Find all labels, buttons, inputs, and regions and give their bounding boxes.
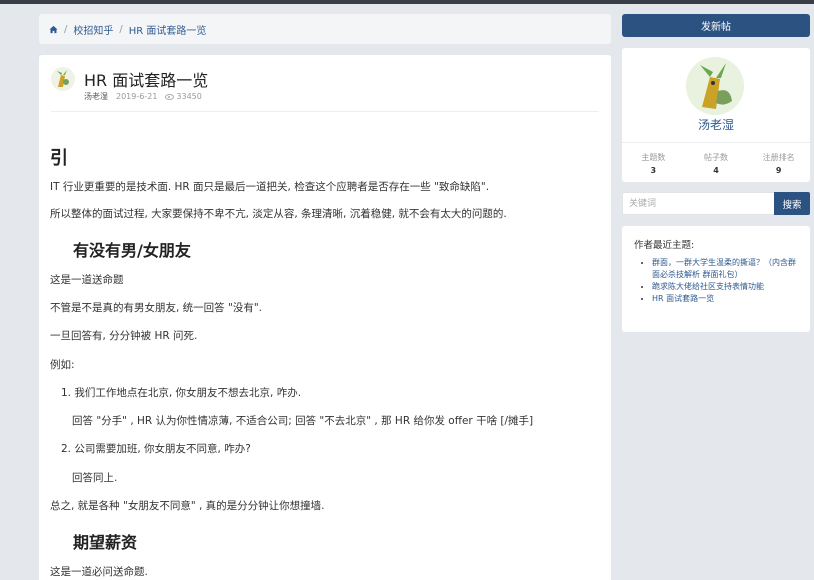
list-item[interactable]: 跪求陈大佬给社区支持表情功能 xyxy=(652,281,802,293)
home-icon[interactable] xyxy=(49,25,58,34)
divider xyxy=(622,142,810,143)
profile-name[interactable]: 汤老湿 xyxy=(622,116,810,133)
stat-label: 注册排名 xyxy=(762,153,795,162)
post-title: HR 面试套路一览 xyxy=(84,71,209,90)
list-item: 1. 我们工作地点在北京, 你女朋友不想去北京, 咋办. xyxy=(61,387,302,399)
post-card: HR 面试套路一览 汤老湿 2019-6-21 33450 引 IT 行业更重要… xyxy=(39,55,611,580)
author-profile-card: 汤老湿 主题数 3 帖子数 4 注册排名 9 xyxy=(622,48,810,182)
post-author[interactable]: 汤老湿 xyxy=(84,91,108,102)
heading-salary: 期望薪资 xyxy=(73,533,138,552)
stat-label: 主题数 xyxy=(641,153,666,162)
avatar[interactable] xyxy=(51,67,75,91)
stat-posts: 帖子数 4 xyxy=(685,152,748,175)
profile-stats: 主题数 3 帖子数 4 注册排名 9 xyxy=(622,152,810,175)
search-bar: 搜索 xyxy=(622,192,810,215)
stat-value: 3 xyxy=(650,166,657,175)
recent-topics-title: 作者最近主题: xyxy=(634,240,695,251)
paragraph: 总之, 就是各种 "女朋友不同意" , 真的是分分钟让你想撞墙. xyxy=(50,500,325,512)
top-bar xyxy=(0,0,814,4)
post-header: HR 面试套路一览 汤老湿 2019-6-21 33450 xyxy=(51,67,599,112)
recent-topics-card: 作者最近主题: 群面，一群大学生温柔的撕逼？（内含群面必杀技解析 群面礼包） 跪… xyxy=(622,226,810,332)
heading-intro: 引 xyxy=(50,148,68,169)
stat-label: 帖子数 xyxy=(704,153,728,162)
stat-topics: 主题数 3 xyxy=(622,152,685,175)
paragraph: 这是一道送命题 xyxy=(50,274,124,286)
list-item[interactable]: HR 面试套路一览 xyxy=(652,293,802,305)
paragraph: 所以整体的面试过程, 大家要保持不卑不亢, 淡定从容, 条理清晰, 沉着稳健, … xyxy=(50,208,507,220)
recent-topics-list: 群面，一群大学生温柔的撕逼？（内含群面必杀技解析 群面礼包） 跪求陈大佬给社区支… xyxy=(652,257,802,305)
stat-rank: 注册排名 9 xyxy=(747,152,810,175)
new-post-button[interactable]: 发新帖 xyxy=(622,14,810,37)
paragraph: 一旦回答有, 分分钟被 HR 问死. xyxy=(50,330,198,342)
breadcrumb: / 校招知乎 / HR 面试套路一览 xyxy=(39,14,611,44)
post-date: 2019-6-21 xyxy=(116,92,158,101)
post-meta: 汤老湿 2019-6-21 33450 xyxy=(84,91,202,102)
list-item: 2. 公司需要加班, 你女朋友不同意, 咋办? xyxy=(61,443,251,455)
breadcrumb-separator: / xyxy=(64,23,68,35)
breadcrumb-separator: / xyxy=(119,23,123,35)
paragraph: 不管是不是真的有男女朋友, 统一回答 "没有". xyxy=(50,302,263,314)
search-input[interactable] xyxy=(622,192,774,215)
eye-icon xyxy=(165,93,175,100)
paragraph: 这是一道必问送命题. xyxy=(50,566,148,578)
stat-value: 9 xyxy=(775,166,782,175)
search-button[interactable]: 搜索 xyxy=(774,192,810,215)
heading-boyfriend-girlfriend: 有没有男/女朋友 xyxy=(73,241,191,260)
breadcrumb-item-current[interactable]: HR 面试套路一览 xyxy=(129,22,207,37)
breadcrumb-item-forum[interactable]: 校招知乎 xyxy=(73,22,113,37)
paragraph: 例如: xyxy=(50,359,75,371)
stat-value: 4 xyxy=(713,166,719,175)
post-views: 33450 xyxy=(165,92,202,101)
view-count: 33450 xyxy=(176,92,202,101)
paragraph: IT 行业更重要的是技术面. HR 面只是最后一道把关, 检查这个应聘者是否存在… xyxy=(50,181,490,193)
avatar[interactable] xyxy=(686,57,744,115)
list-item-answer: 回答同上. xyxy=(72,472,118,484)
list-item[interactable]: 群面，一群大学生温柔的撕逼？（内含群面必杀技解析 群面礼包） xyxy=(652,257,802,281)
list-item-answer: 回答 "分手" , HR 认为你性情凉薄, 不适合公司; 回答 "不去北京" ,… xyxy=(72,415,534,427)
